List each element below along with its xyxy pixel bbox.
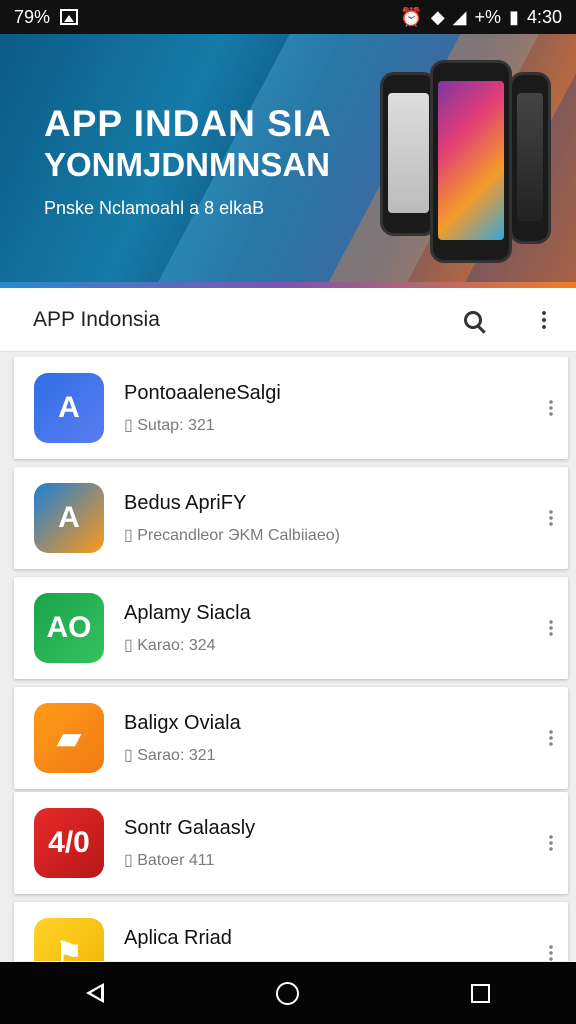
battery-icon: ▮ xyxy=(509,6,519,27)
app-name: PontoaaleneSalgi xyxy=(124,381,281,404)
app-list-item[interactable]: A PontoaaleneSalgi ▯ Sutap: 321 xyxy=(14,357,568,459)
app-list: A PontoaaleneSalgi ▯ Sutap: 321 A Bedus Apri… xyxy=(0,357,576,961)
app-list-item[interactable]: A Bedus ApriFY ▯ Precandleor ЭKM Calbiiaeo… xyxy=(14,467,568,569)
phone-illustration xyxy=(430,60,512,263)
banner-headline: APP INDAN SIA xyxy=(44,103,332,144)
status-left: 79% xyxy=(14,6,79,28)
app-meta: ▯ Karao: 324 xyxy=(124,636,216,654)
app-info: PontoaaleneSalgi ▯ Sutap: 321 xyxy=(124,382,549,435)
home-icon[interactable] xyxy=(276,981,299,1005)
app-meta: ▯ Sutap: 321 xyxy=(124,416,215,434)
app-meta: ▯ Batoer 411 xyxy=(124,851,215,869)
app-info: Baligx Oviala ▯ Sarao: 321 xyxy=(124,712,549,765)
app-list-item[interactable]: AO Aplamy Siacla ▯ Karao: 324 xyxy=(14,577,568,679)
app-info: Aplamy Siacla ▯ Karao: 324 xyxy=(124,602,549,655)
status-bar: 79% ⏰ ◆ ◢ +% ▮ 4:30 xyxy=(0,0,576,34)
item-more-icon[interactable] xyxy=(549,398,553,418)
back-icon[interactable] xyxy=(86,983,104,1003)
item-more-icon[interactable] xyxy=(549,618,553,638)
app-icon: A xyxy=(34,373,104,443)
banner-tagline: Pnske Nclamoahl a 8 elkaB xyxy=(44,198,265,218)
item-more-icon[interactable] xyxy=(549,728,553,748)
app-info: Sontr Galaasly ▯ Batoer 411 xyxy=(124,817,549,870)
app-icon: AO xyxy=(34,593,104,663)
search-icon[interactable] xyxy=(464,310,482,329)
app-meta: ▯ Precandleor ЭKM Calbiiaeo) xyxy=(124,526,340,544)
more-options-icon[interactable] xyxy=(542,308,546,331)
navigation-bar xyxy=(0,962,576,1024)
app-list-item[interactable]: ▰ Baligx Oviala ▯ Sarao: 321 xyxy=(14,687,568,789)
phone-illustration xyxy=(509,72,551,244)
app-name: Aplica Rriad xyxy=(124,926,232,949)
app-list-item[interactable]: 4/0 Sontr Galaasly ▯ Batoer 411 xyxy=(14,792,568,894)
battery-percentage: 79% xyxy=(14,6,51,27)
wifi-icon: ◆ xyxy=(430,6,445,27)
toolbar-title: APP Indonsia xyxy=(33,307,160,331)
signal-percentage: +% xyxy=(474,6,502,27)
app-name: Sontr Galaasly xyxy=(124,816,256,839)
item-more-icon[interactable] xyxy=(549,508,553,528)
app-icon: A xyxy=(34,483,104,553)
app-name: Baligx Oviala xyxy=(124,711,241,734)
item-more-icon[interactable] xyxy=(549,833,553,853)
app-meta: ▯ Sarao: 321 xyxy=(124,746,216,764)
banner-text: APP INDAN SIA YONMJDNMNSAN Pnske Nclamoa… xyxy=(44,104,332,219)
app-name: Bedus ApriFY xyxy=(124,491,247,514)
status-right: ⏰ ◆ ◢ +% ▮ 4:30 xyxy=(400,7,562,28)
toolbar-actions xyxy=(464,308,576,331)
gallery-icon xyxy=(60,9,79,25)
app-info: Bedus ApriFY ▯ Precandleor ЭKM Calbiiaeo) xyxy=(124,492,549,545)
alarm-icon: ⏰ xyxy=(400,6,423,27)
app-list-item[interactable]: ⚑ Aplica Rriad ▯ Sarao: 321 xyxy=(14,902,568,961)
app-icon: ▰ xyxy=(34,703,104,773)
app-meta: ▯ Sarao: 321 xyxy=(124,960,549,962)
phone-illustration xyxy=(380,72,437,236)
promo-banner[interactable]: APP INDAN SIA YONMJDNMNSAN Pnske Nclamoa… xyxy=(0,34,576,288)
app-toolbar: APP Indonsia xyxy=(0,288,576,352)
item-more-icon[interactable] xyxy=(549,943,553,961)
app-icon: ⚑ xyxy=(34,918,104,961)
signal-icon: ◢ xyxy=(452,6,467,27)
app-name: Aplamy Siacla xyxy=(124,601,251,624)
app-info: Aplica Rriad ▯ Sarao: 321 xyxy=(124,927,549,962)
banner-subhead: YONMJDNMNSAN xyxy=(44,146,331,183)
recents-icon[interactable] xyxy=(471,983,490,1003)
app-icon: 4/0 xyxy=(34,808,104,878)
clock: 4:30 xyxy=(526,6,562,27)
